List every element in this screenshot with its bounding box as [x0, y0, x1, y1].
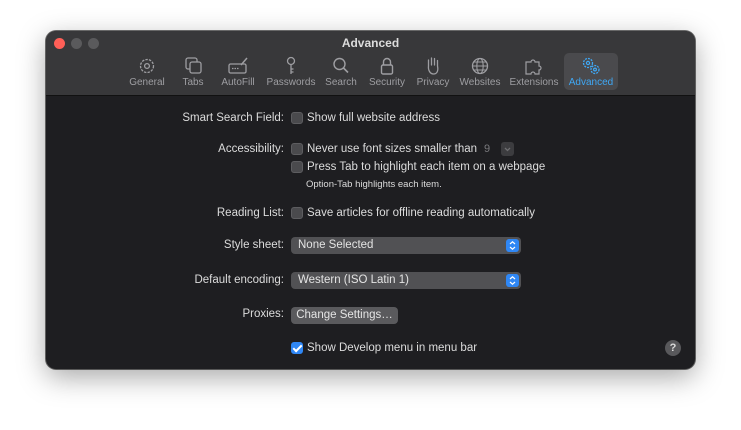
show-develop-menu-label[interactable]: Show Develop menu in menu bar: [307, 342, 477, 354]
updown-chevron-icon: [506, 239, 519, 252]
tab-tabs[interactable]: Tabs: [175, 53, 211, 90]
offline-reading-label[interactable]: Save articles for offline reading automa…: [307, 207, 535, 219]
min-font-size-value: 9: [484, 143, 491, 155]
hand-icon: [427, 57, 439, 75]
tab-general-label: General: [129, 77, 165, 88]
change-proxy-settings-button[interactable]: Change Settings…: [291, 307, 398, 324]
show-full-address-checkbox[interactable]: [291, 112, 303, 124]
window-title: Advanced: [341, 36, 400, 50]
style-sheet-select[interactable]: None Selected: [291, 237, 521, 254]
proxies-label: Proxies:: [242, 308, 284, 320]
tab-privacy[interactable]: Privacy: [414, 53, 452, 90]
tab-advanced[interactable]: Advanced: [564, 53, 618, 90]
smart-search-label: Smart Search Field:: [182, 112, 284, 124]
offline-reading-checkbox[interactable]: [291, 207, 303, 219]
style-sheet-value: None Selected: [298, 239, 374, 251]
show-develop-menu-checkbox[interactable]: [291, 342, 303, 354]
tab-tabs-label: Tabs: [182, 77, 204, 88]
min-font-size-checkbox[interactable]: [291, 143, 303, 155]
tab-highlight-checkbox[interactable]: [291, 161, 303, 173]
autofill-icon: [228, 57, 248, 74]
tab-advanced-label: Advanced: [568, 77, 614, 88]
gears-icon: [582, 57, 600, 75]
preferences-window: Advanced General Tabs AutoFill Passwords…: [46, 31, 695, 369]
tab-security-label: Security: [368, 77, 406, 88]
lock-icon: [380, 57, 394, 75]
tab-passwords-label: Passwords: [266, 77, 316, 88]
chevron-down-icon: [501, 142, 514, 156]
key-icon: [286, 56, 296, 74]
tab-highlight-label[interactable]: Press Tab to highlight each item on a we…: [307, 161, 545, 173]
default-encoding-label: Default encoding:: [194, 274, 284, 286]
tabs-icon: [185, 57, 202, 74]
tab-search-label: Search: [325, 77, 357, 88]
help-button[interactable]: ?: [665, 340, 681, 356]
tab-autofill[interactable]: AutoFill: [217, 53, 259, 90]
updown-chevron-icon: [506, 274, 519, 287]
tab-general[interactable]: General: [125, 53, 169, 90]
puzzle-icon: [525, 59, 542, 75]
reading-list-label: Reading List:: [216, 207, 284, 219]
tab-security[interactable]: Security: [366, 53, 408, 90]
option-tab-hint: Option-Tab highlights each item.: [306, 179, 442, 190]
tab-extensions[interactable]: Extensions: [508, 53, 560, 90]
accessibility-label: Accessibility:: [218, 143, 284, 155]
tab-privacy-label: Privacy: [416, 77, 450, 88]
tab-websites-label: Websites: [459, 77, 501, 88]
tab-websites[interactable]: Websites: [458, 53, 502, 90]
search-icon: [333, 57, 349, 74]
toolbar: Advanced General Tabs AutoFill Passwords…: [46, 31, 695, 96]
default-encoding-select[interactable]: Western (ISO Latin 1): [291, 272, 521, 289]
tab-passwords[interactable]: Passwords: [265, 53, 317, 90]
tab-extensions-label: Extensions: [509, 77, 559, 88]
default-encoding-value: Western (ISO Latin 1): [298, 274, 409, 286]
min-font-size-label[interactable]: Never use font sizes smaller than: [307, 143, 477, 155]
globe-icon: [471, 57, 489, 75]
show-full-address-label[interactable]: Show full website address: [307, 112, 440, 124]
min-font-size-select[interactable]: 9: [479, 142, 514, 156]
tab-search[interactable]: Search: [321, 53, 361, 90]
gear-icon: [139, 58, 155, 74]
style-sheet-label: Style sheet:: [223, 239, 284, 251]
tab-autofill-label: AutoFill: [221, 77, 255, 88]
